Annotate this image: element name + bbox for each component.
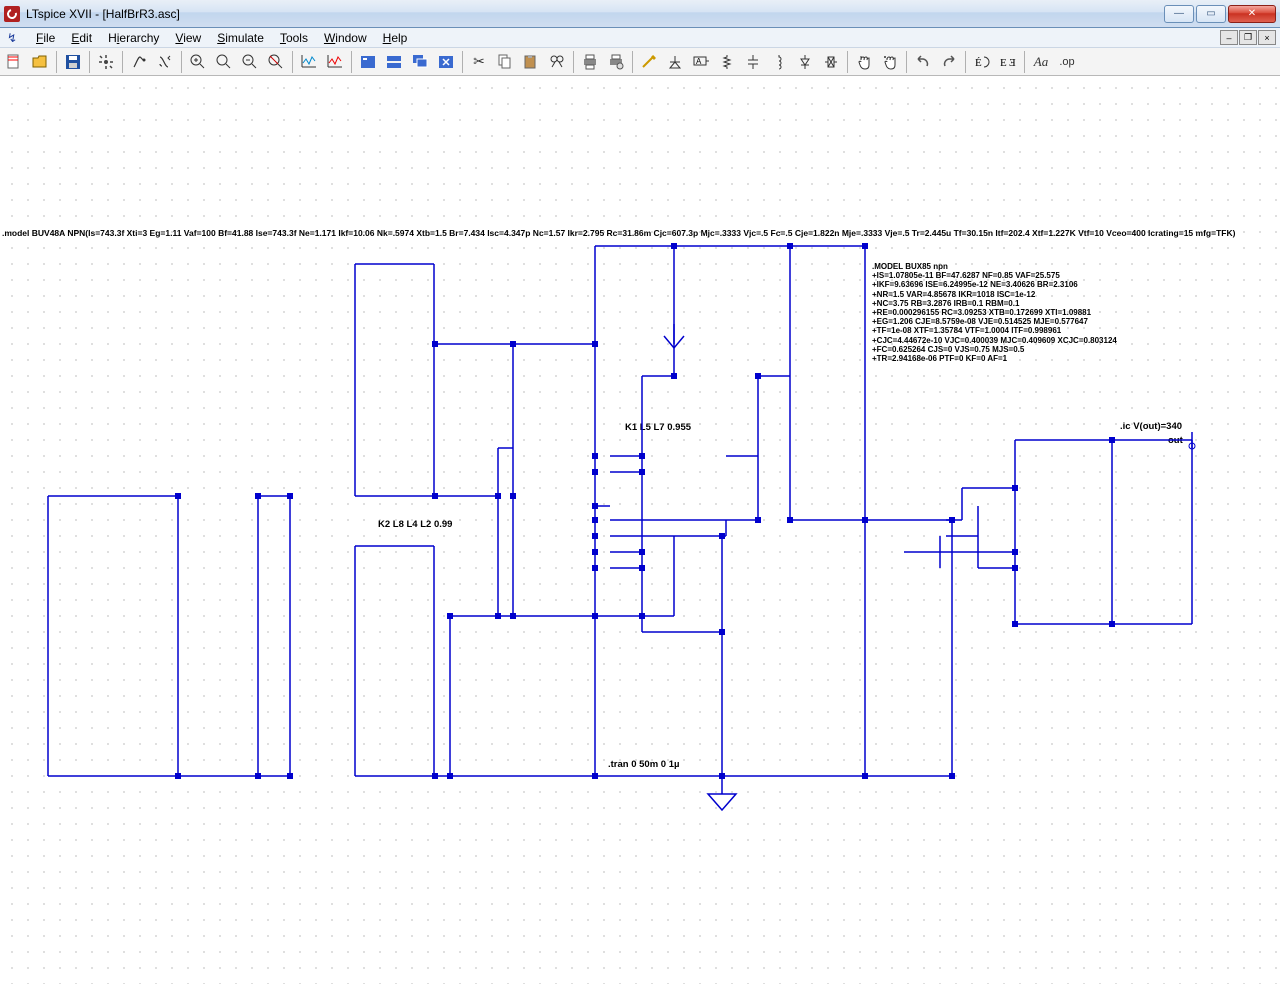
window-title: LTspice XVII - [HalfBrR3.asc] [26,7,1162,21]
mirror-button[interactable]: EƎ [996,50,1020,74]
svg-text:Ǝ: Ǝ [1009,57,1016,69]
maximize-button[interactable]: ▭ [1196,5,1226,23]
undo-button[interactable] [911,50,935,74]
mdi-close-button[interactable]: × [1258,30,1276,45]
spice-directive-button[interactable]: .op [1055,50,1079,74]
svg-text:E: E [1000,57,1007,69]
print-setup-button[interactable] [604,50,628,74]
drag-button[interactable] [878,50,902,74]
toolbar: ✂ A É EƎ Aa .op [0,48,1280,76]
svg-text:É: É [975,57,982,69]
menu-help[interactable]: Help [375,29,416,47]
resistor-button[interactable] [715,50,739,74]
open-button[interactable] [28,50,52,74]
diode-button[interactable] [793,50,817,74]
zoom-fit-button[interactable] [264,50,288,74]
component-button[interactable] [819,50,843,74]
move-button[interactable] [852,50,876,74]
inductor-button[interactable] [767,50,791,74]
place-text-button[interactable]: Aa [1029,50,1053,74]
pan-button[interactable] [212,50,236,74]
nodes [175,243,1115,779]
menu-file[interactable]: File [28,29,63,47]
app-icon [4,6,20,22]
capacitor-button[interactable] [741,50,765,74]
label-net-button[interactable]: A [689,50,713,74]
draw-wire-button[interactable] [637,50,661,74]
close-window-button[interactable] [434,50,458,74]
zoom-in-button[interactable] [186,50,210,74]
svg-text:A: A [696,57,702,66]
schematic-canvas[interactable]: .model BUV48A NPN(Is=743.3f Xti=3 Eg=1.1… [0,76,1280,984]
find-button[interactable] [545,50,569,74]
control-menu-icon[interactable]: ↯ [4,30,20,46]
close-button[interactable]: ✕ [1228,5,1276,23]
menu-hierarchy[interactable]: Hierarchy [100,29,167,47]
minimize-button[interactable]: — [1164,5,1194,23]
print-button[interactable] [578,50,602,74]
window-titlebar: LTspice XVII - [HalfBrR3.asc] — ▭ ✕ [0,0,1280,28]
menu-simulate[interactable]: Simulate [209,29,272,47]
rotate-button[interactable]: É [970,50,994,74]
menu-tools[interactable]: Tools [272,29,316,47]
zoom-out-button[interactable] [238,50,262,74]
pick-visible-traces-button[interactable] [323,50,347,74]
copy-button[interactable] [493,50,517,74]
save-button[interactable] [61,50,85,74]
cut-button[interactable]: ✂ [467,50,491,74]
paste-button[interactable] [519,50,543,74]
cascade-button[interactable] [408,50,432,74]
new-schematic-button[interactable] [2,50,26,74]
mdi-restore-button[interactable]: ❐ [1239,30,1257,45]
menu-view[interactable]: View [167,29,209,47]
redo-button[interactable] [937,50,961,74]
halt-button[interactable] [153,50,177,74]
menu-window[interactable]: Window [316,29,375,47]
control-panel-button[interactable] [94,50,118,74]
menu-edit[interactable]: Edit [63,29,100,47]
setup-button[interactable] [356,50,380,74]
mdi-minimize-button[interactable]: – [1220,30,1238,45]
menu-bar: ↯ File Edit Hierarchy View Simulate Tool… [0,28,1280,48]
run-button[interactable] [127,50,151,74]
schematic-wires [0,76,1280,984]
tile-button[interactable] [382,50,406,74]
autorange-button[interactable] [297,50,321,74]
ground-button[interactable] [663,50,687,74]
